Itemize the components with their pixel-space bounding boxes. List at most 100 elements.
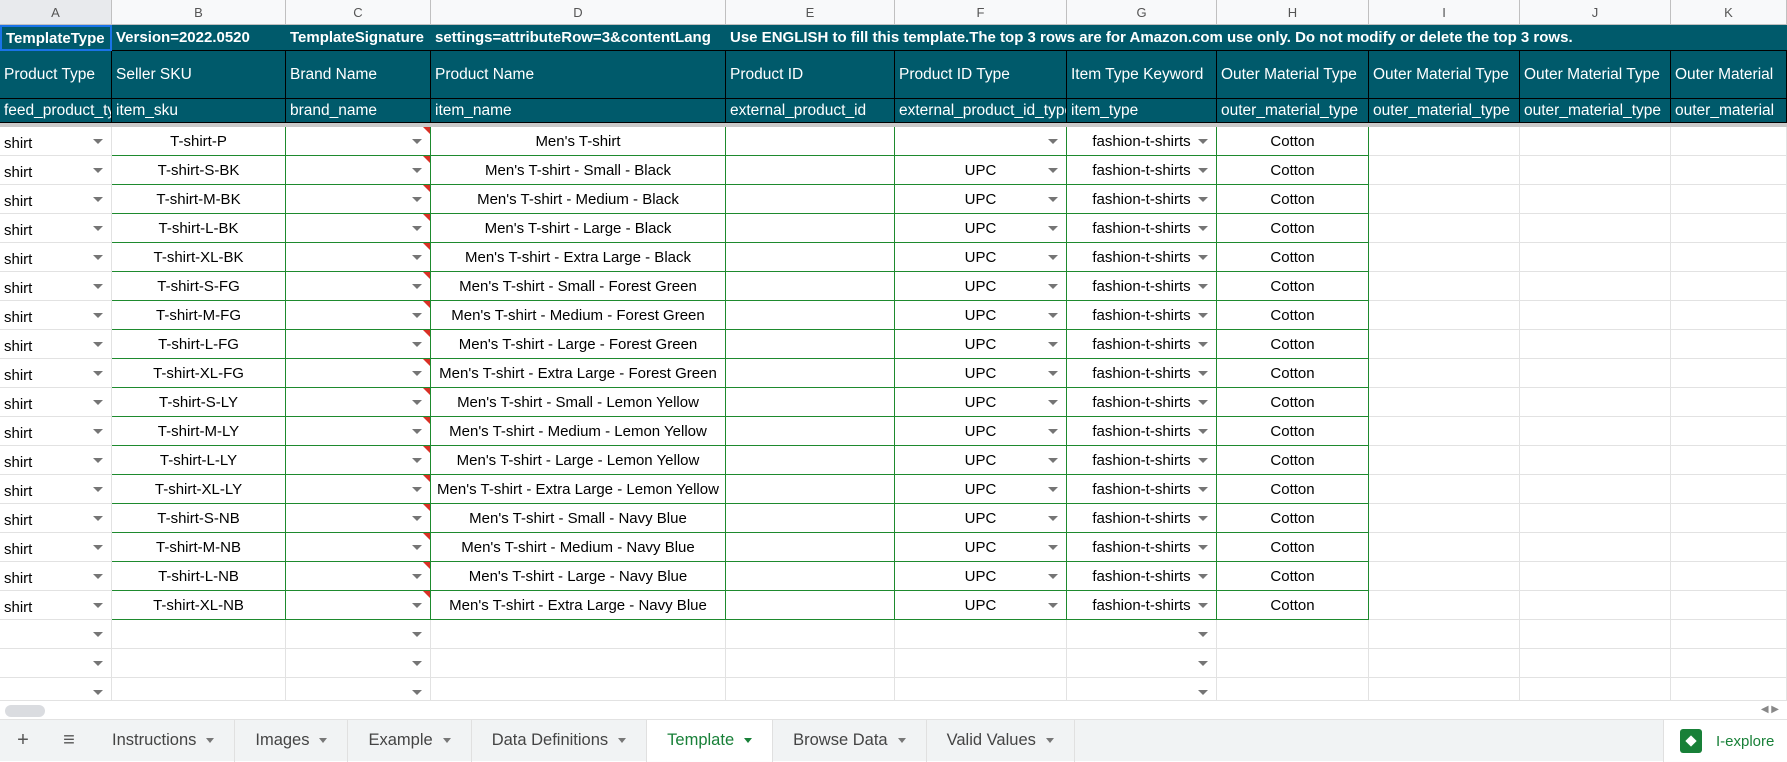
cell-product-id[interactable] xyxy=(726,475,895,504)
comment-marker-icon[interactable] xyxy=(423,417,430,424)
empty-cell[interactable] xyxy=(1369,591,1520,620)
dropdown-arrow-icon[interactable] xyxy=(93,487,103,492)
cell-product-type[interactable]: shirt xyxy=(0,562,112,591)
tab-menu-arrow-icon[interactable] xyxy=(897,738,906,743)
cell-item-type-keyword[interactable]: fashion-t-shirts xyxy=(1067,185,1217,214)
dropdown-arrow-icon[interactable] xyxy=(412,400,422,405)
cell-brand-name[interactable] xyxy=(286,156,431,185)
dropdown-arrow-icon[interactable] xyxy=(93,139,103,144)
dropdown-arrow-icon[interactable] xyxy=(412,139,422,144)
tab-example[interactable]: Example xyxy=(348,719,472,762)
empty-cell[interactable] xyxy=(1671,620,1787,649)
dropdown-arrow-icon[interactable] xyxy=(412,371,422,376)
cell-item-type-keyword[interactable]: fashion-t-shirts xyxy=(1067,591,1217,620)
column-header-j[interactable]: J xyxy=(1520,0,1671,25)
header-cell-i[interactable]: Outer Material Type xyxy=(1369,51,1520,99)
cell-seller-sku[interactable]: T-shirt-XL-FG xyxy=(112,359,286,388)
empty-cell[interactable] xyxy=(286,620,431,649)
empty-cell[interactable] xyxy=(1369,504,1520,533)
empty-cell[interactable] xyxy=(1520,649,1671,678)
dropdown-arrow-icon[interactable] xyxy=(93,661,103,666)
empty-cell[interactable] xyxy=(895,649,1067,678)
cell-product-id-type[interactable]: UPC xyxy=(895,330,1067,359)
cell-brand-name[interactable] xyxy=(286,562,431,591)
empty-cell[interactable] xyxy=(1671,417,1787,446)
empty-cell[interactable] xyxy=(1671,533,1787,562)
tab-menu-arrow-icon[interactable] xyxy=(618,738,627,743)
cell-outer-material[interactable]: Cotton xyxy=(1217,417,1369,446)
cell-product-name[interactable]: Men's T-shirt xyxy=(431,127,726,156)
dropdown-arrow-icon[interactable] xyxy=(1048,139,1058,144)
comment-marker-icon[interactable] xyxy=(423,562,430,569)
dropdown-arrow-icon[interactable] xyxy=(1048,342,1058,347)
dropdown-arrow-icon[interactable] xyxy=(93,313,103,318)
cell-product-name[interactable]: Men's T-shirt - Extra Large - Navy Blue xyxy=(431,591,726,620)
dropdown-arrow-icon[interactable] xyxy=(93,690,103,695)
cell-seller-sku[interactable]: T-shirt-S-LY xyxy=(112,388,286,417)
cell-e1[interactable]: Use ENGLISH to fill this template.The to… xyxy=(726,25,1787,51)
dropdown-arrow-icon[interactable] xyxy=(1198,632,1208,637)
empty-cell[interactable] xyxy=(1671,127,1787,156)
empty-cell[interactable] xyxy=(1369,649,1520,678)
cell-product-id[interactable] xyxy=(726,533,895,562)
dropdown-arrow-icon[interactable] xyxy=(1048,197,1058,202)
header-cell-k[interactable]: Outer Material xyxy=(1671,51,1787,99)
cell-brand-name[interactable] xyxy=(286,533,431,562)
cell-outer-material[interactable]: Cotton xyxy=(1217,388,1369,417)
dropdown-arrow-icon[interactable] xyxy=(1048,284,1058,289)
dropdown-arrow-icon[interactable] xyxy=(93,400,103,405)
dropdown-arrow-icon[interactable] xyxy=(93,342,103,347)
header-cell-a[interactable]: feed_product_type xyxy=(0,99,112,123)
empty-cell[interactable] xyxy=(1520,359,1671,388)
cell-product-id-type[interactable]: UPC xyxy=(895,359,1067,388)
cell-product-id-type[interactable]: UPC xyxy=(895,243,1067,272)
empty-cell[interactable] xyxy=(1369,127,1520,156)
cell-item-type-keyword[interactable]: fashion-t-shirts xyxy=(1067,475,1217,504)
dropdown-arrow-icon[interactable] xyxy=(93,226,103,231)
cell-a1[interactable]: TemplateType xyxy=(0,25,112,51)
cell-product-name[interactable]: Men's T-shirt - Extra Large - Lemon Yell… xyxy=(431,475,726,504)
cell-b1[interactable]: Version=2022.0520 xyxy=(112,25,286,51)
dropdown-arrow-icon[interactable] xyxy=(1048,255,1058,260)
cell-outer-material[interactable]: Cotton xyxy=(1217,243,1369,272)
dropdown-arrow-icon[interactable] xyxy=(412,342,422,347)
dropdown-arrow-icon[interactable] xyxy=(412,255,422,260)
empty-cell[interactable] xyxy=(1671,359,1787,388)
dropdown-arrow-icon[interactable] xyxy=(1048,371,1058,376)
cell-product-id-type[interactable]: UPC xyxy=(895,533,1067,562)
cell-product-id[interactable] xyxy=(726,156,895,185)
empty-cell[interactable] xyxy=(1671,504,1787,533)
comment-marker-icon[interactable] xyxy=(423,388,430,395)
empty-cell[interactable] xyxy=(1520,214,1671,243)
cell-product-name[interactable]: Men's T-shirt - Small - Forest Green xyxy=(431,272,726,301)
dropdown-arrow-icon[interactable] xyxy=(412,458,422,463)
dropdown-arrow-icon[interactable] xyxy=(412,545,422,550)
cell-item-type-keyword[interactable]: fashion-t-shirts xyxy=(1067,330,1217,359)
cell-product-id[interactable] xyxy=(726,504,895,533)
column-header-e[interactable]: E xyxy=(726,0,895,25)
cell-outer-material[interactable]: Cotton xyxy=(1217,504,1369,533)
dropdown-arrow-icon[interactable] xyxy=(1048,516,1058,521)
dropdown-arrow-icon[interactable] xyxy=(1198,284,1208,289)
cell-seller-sku[interactable]: T-shirt-S-FG xyxy=(112,272,286,301)
empty-cell[interactable] xyxy=(1369,388,1520,417)
column-header-a[interactable]: A xyxy=(0,0,112,25)
dropdown-arrow-icon[interactable] xyxy=(412,632,422,637)
empty-cell[interactable] xyxy=(1520,562,1671,591)
header-cell-j[interactable]: Outer Material Type xyxy=(1520,51,1671,99)
empty-cell[interactable] xyxy=(1217,649,1369,678)
cell-product-id-type[interactable] xyxy=(895,127,1067,156)
cell-seller-sku[interactable]: T-shirt-L-BK xyxy=(112,214,286,243)
cell-brand-name[interactable] xyxy=(286,243,431,272)
empty-cell[interactable] xyxy=(0,620,112,649)
cell-product-type[interactable]: shirt xyxy=(0,359,112,388)
cell-product-type[interactable]: shirt xyxy=(0,591,112,620)
dropdown-arrow-icon[interactable] xyxy=(1048,429,1058,434)
all-sheets-menu-icon[interactable]: ≡ xyxy=(46,729,92,752)
cell-seller-sku[interactable]: T-shirt-L-FG xyxy=(112,330,286,359)
dropdown-arrow-icon[interactable] xyxy=(1198,342,1208,347)
dropdown-arrow-icon[interactable] xyxy=(1048,603,1058,608)
empty-cell[interactable] xyxy=(1520,504,1671,533)
cell-outer-material[interactable]: Cotton xyxy=(1217,330,1369,359)
dropdown-arrow-icon[interactable] xyxy=(1198,458,1208,463)
